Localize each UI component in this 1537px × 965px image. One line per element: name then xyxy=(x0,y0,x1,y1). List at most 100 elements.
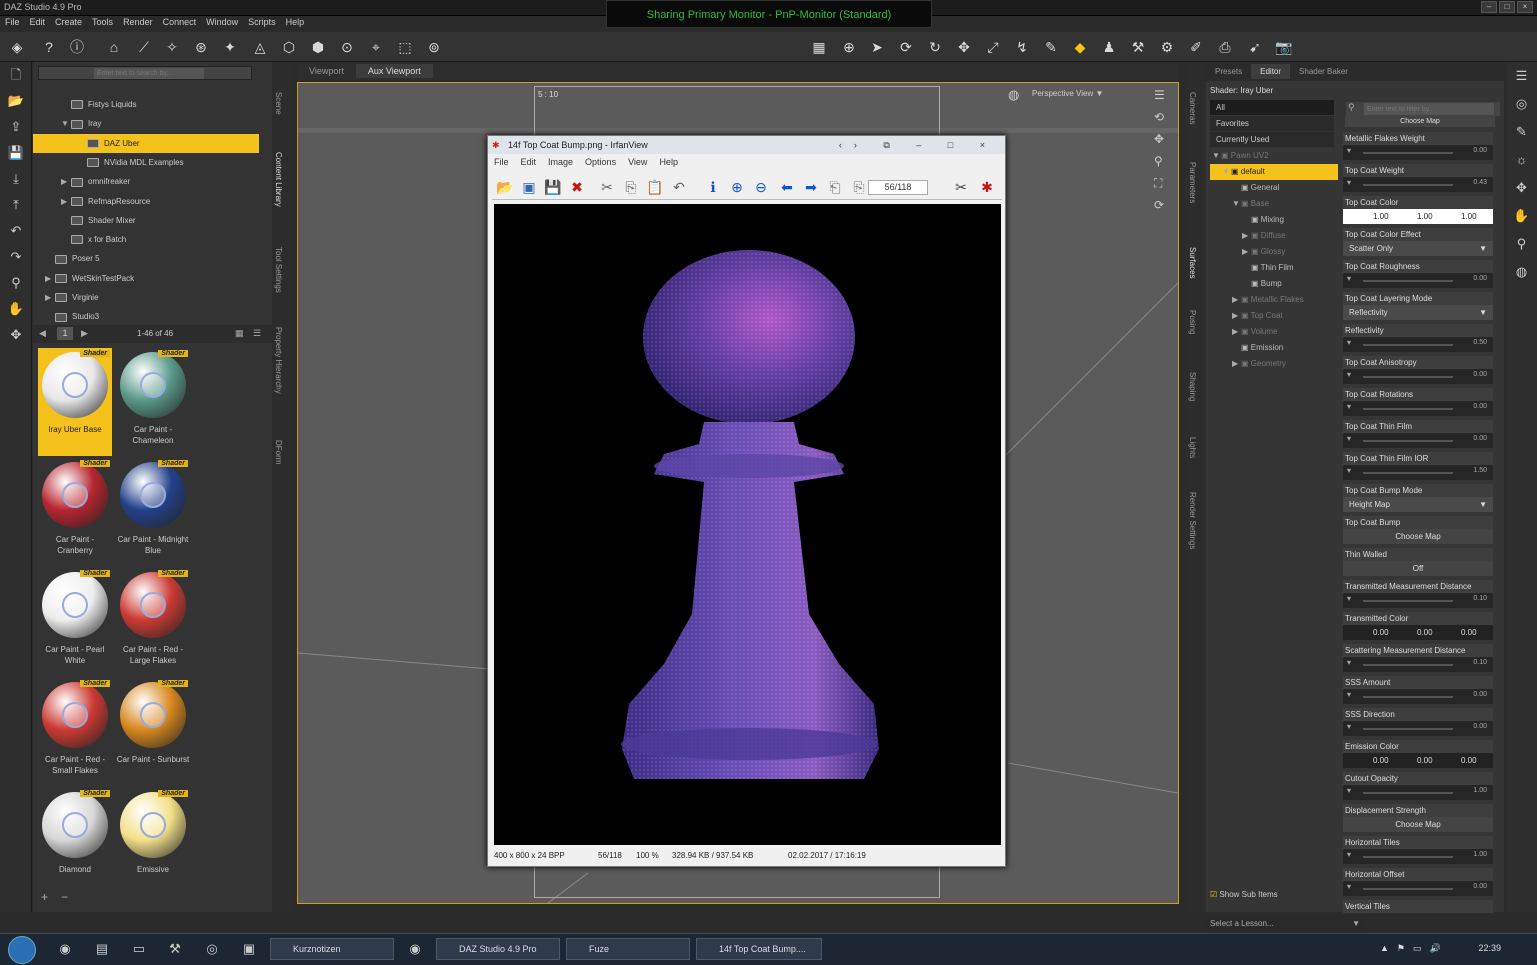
pin-icon[interactable]: ➹ xyxy=(1246,38,1264,56)
slider-track[interactable] xyxy=(1363,344,1453,346)
color-r[interactable]: 1.00 xyxy=(1373,209,1389,224)
twist-icon[interactable]: ↯ xyxy=(1013,38,1031,56)
minimize-button[interactable]: – xyxy=(1481,1,1497,13)
param-slider[interactable]: ▾ 0.00 xyxy=(1343,369,1493,384)
expanded-arrow-icon[interactable]: ▼ xyxy=(1232,196,1241,212)
zoom-out-icon[interactable]: ⊖ xyxy=(752,178,770,196)
param-color[interactable]: 1.00 1.00 1.00 xyxy=(1343,209,1493,224)
chevron-down-icon[interactable]: ▾ xyxy=(1347,658,1351,667)
slider-value[interactable]: 0.00 xyxy=(1473,883,1487,890)
slideshow-icon[interactable]: ▣ xyxy=(520,178,538,196)
vtab-render-settings[interactable]: Render Settings xyxy=(1188,492,1197,549)
slider-value[interactable]: 0.00 xyxy=(1473,723,1487,730)
reset-view-icon[interactable]: ⟳ xyxy=(1154,198,1172,220)
vtab-property-hierarchy[interactable]: Property Hierarchy xyxy=(274,327,283,394)
content-tree-item[interactable]: ▶ omnifreaker xyxy=(33,172,259,191)
irfanview-menu-edit[interactable]: Edit xyxy=(515,156,543,168)
previous-image-icon[interactable]: ⬅ xyxy=(778,178,796,196)
slider-track[interactable] xyxy=(1363,376,1453,378)
menu-connect[interactable]: Connect xyxy=(158,16,202,28)
vtab-content-library[interactable]: Content Library xyxy=(274,152,283,207)
render-icon[interactable]: 📷 xyxy=(1275,38,1293,56)
zoom-in-icon[interactable]: ⊕ xyxy=(728,178,746,196)
surface-tree-item[interactable]: ▣ Thin Film xyxy=(1210,260,1338,276)
vtab-lights[interactable]: Lights xyxy=(1188,437,1197,458)
copy-icon[interactable]: ⎘ xyxy=(622,178,640,196)
undo-icon[interactable]: ↶ xyxy=(0,218,32,244)
pose-tool-icon[interactable]: ✥ xyxy=(1506,174,1537,202)
param-slider[interactable]: ▾ 0.00 xyxy=(1343,721,1493,736)
zoom-icon[interactable]: ⚲ xyxy=(1154,154,1172,176)
filter-item[interactable]: All xyxy=(1210,100,1334,115)
slider-value[interactable]: 1.00 xyxy=(1473,787,1487,794)
param-slider[interactable]: ▾ 0.43 xyxy=(1343,177,1493,192)
tray-icons[interactable]: ▲⚑▭🔊 xyxy=(1380,943,1449,954)
task-daz-studio[interactable]: DAZ Studio 4.9 Pro xyxy=(436,938,560,960)
region-icon[interactable]: ⬢ xyxy=(309,38,327,56)
spin-icon[interactable]: ↻ xyxy=(926,38,944,56)
param-slider[interactable]: ▾ 0.00 xyxy=(1343,881,1493,896)
vtab-posing[interactable]: Posing xyxy=(1188,310,1197,334)
scale-icon[interactable]: ⤢ xyxy=(984,38,1002,56)
irfanview-exit-icon[interactable]: ✱ xyxy=(978,178,996,196)
param-dropdown[interactable]: Reflectivity ▼ xyxy=(1343,305,1493,320)
slider-track[interactable] xyxy=(1363,440,1453,442)
figure-tool-icon[interactable]: ⚲ xyxy=(1506,230,1537,258)
param-button[interactable]: Choose Map xyxy=(1343,529,1493,544)
collapsed-arrow-icon[interactable]: ▶ xyxy=(1232,356,1241,372)
undo-icon[interactable]: ↶ xyxy=(670,178,688,196)
surfaces-tab[interactable]: Shader Baker xyxy=(1290,64,1357,79)
param-color[interactable]: 0.00 0.00 0.00 xyxy=(1343,625,1493,640)
last-page-icon[interactable]: ⎘ xyxy=(850,178,868,196)
chevron-down-icon[interactable]: ▾ xyxy=(1347,850,1351,859)
shader-tile[interactable]: Shader Car Paint - Pearl White xyxy=(38,568,112,676)
content-tree-item[interactable]: NVidia MDL Examples xyxy=(33,153,259,172)
paint-icon[interactable]: ✎ xyxy=(1042,38,1060,56)
menu-icon[interactable]: ☰ xyxy=(1506,62,1537,90)
chevron-down-icon[interactable]: ▾ xyxy=(1347,274,1351,283)
first-page-icon[interactable]: ⎗ xyxy=(826,178,844,196)
figure-icon[interactable]: ⚲ xyxy=(0,270,32,296)
next-image-icon[interactable]: ➡ xyxy=(802,178,820,196)
remove-icon[interactable]: − xyxy=(61,890,68,904)
slider-value[interactable]: 0.10 xyxy=(1473,595,1487,602)
collapsed-arrow-icon[interactable]: ▶ xyxy=(1242,244,1251,260)
content-tree-item[interactable]: ▼ Iray xyxy=(33,114,259,133)
param-slider[interactable]: ▾ 0.00 xyxy=(1343,145,1493,160)
grid-icon[interactable]: ▦ xyxy=(810,38,828,56)
menu-window[interactable]: Window xyxy=(201,16,243,28)
param-slider[interactable]: ▾ 1.50 xyxy=(1343,465,1493,480)
merge-icon[interactable]: ⇪ xyxy=(0,114,32,140)
slider-track[interactable] xyxy=(1363,184,1453,186)
joint-icon[interactable]: ✧ xyxy=(163,38,181,56)
chevron-down-icon[interactable]: ▾ xyxy=(1347,722,1351,731)
orbit-icon[interactable]: ⟲ xyxy=(1154,110,1172,132)
chrome-icon[interactable]: ◉ xyxy=(56,940,74,958)
param-slider[interactable]: ▾ 0.10 xyxy=(1343,657,1493,672)
shader-tile[interactable]: Shader Car Paint - Sunburst xyxy=(116,678,190,786)
move-icon[interactable]: ✥ xyxy=(955,38,973,56)
expanded-arrow-icon[interactable]: ▼ xyxy=(61,114,71,133)
vtab-tool-settings[interactable]: Tool Settings xyxy=(274,247,283,293)
chevron-down-icon[interactable]: ▾ xyxy=(1347,370,1351,379)
slider-track[interactable] xyxy=(1363,696,1453,698)
surface-tree-item[interactable]: ▶ ▣ Glossy xyxy=(1210,244,1338,260)
menu-edit[interactable]: Edit xyxy=(25,16,51,28)
pose-icon[interactable]: ✦ xyxy=(221,38,239,56)
task-fuze[interactable]: Fuze xyxy=(566,938,690,960)
maximize-button[interactable]: □ xyxy=(1499,1,1515,13)
geometry-icon[interactable]: ⬡ xyxy=(280,38,298,56)
color-r[interactable]: 0.00 xyxy=(1373,625,1389,640)
slider-track[interactable] xyxy=(1363,408,1453,410)
explorer-icon[interactable]: ▭ xyxy=(130,940,148,958)
content-tree-item[interactable]: Shader Mixer xyxy=(33,211,259,230)
content-tree-item[interactable]: x for Batch xyxy=(33,230,259,249)
param-slider[interactable]: ▾ 1.00 xyxy=(1343,849,1493,864)
shader-tile[interactable]: Shader Emissive xyxy=(116,788,190,896)
slider-track[interactable] xyxy=(1363,600,1453,602)
globe-icon[interactable]: ◍ xyxy=(1506,258,1537,286)
joint-icon[interactable]: ✥ xyxy=(0,322,32,348)
menu-icon[interactable]: ☰ xyxy=(1154,88,1172,110)
target-icon[interactable]: ◎ xyxy=(1506,90,1537,118)
viewport-tab[interactable]: Aux Viewport xyxy=(355,64,433,78)
